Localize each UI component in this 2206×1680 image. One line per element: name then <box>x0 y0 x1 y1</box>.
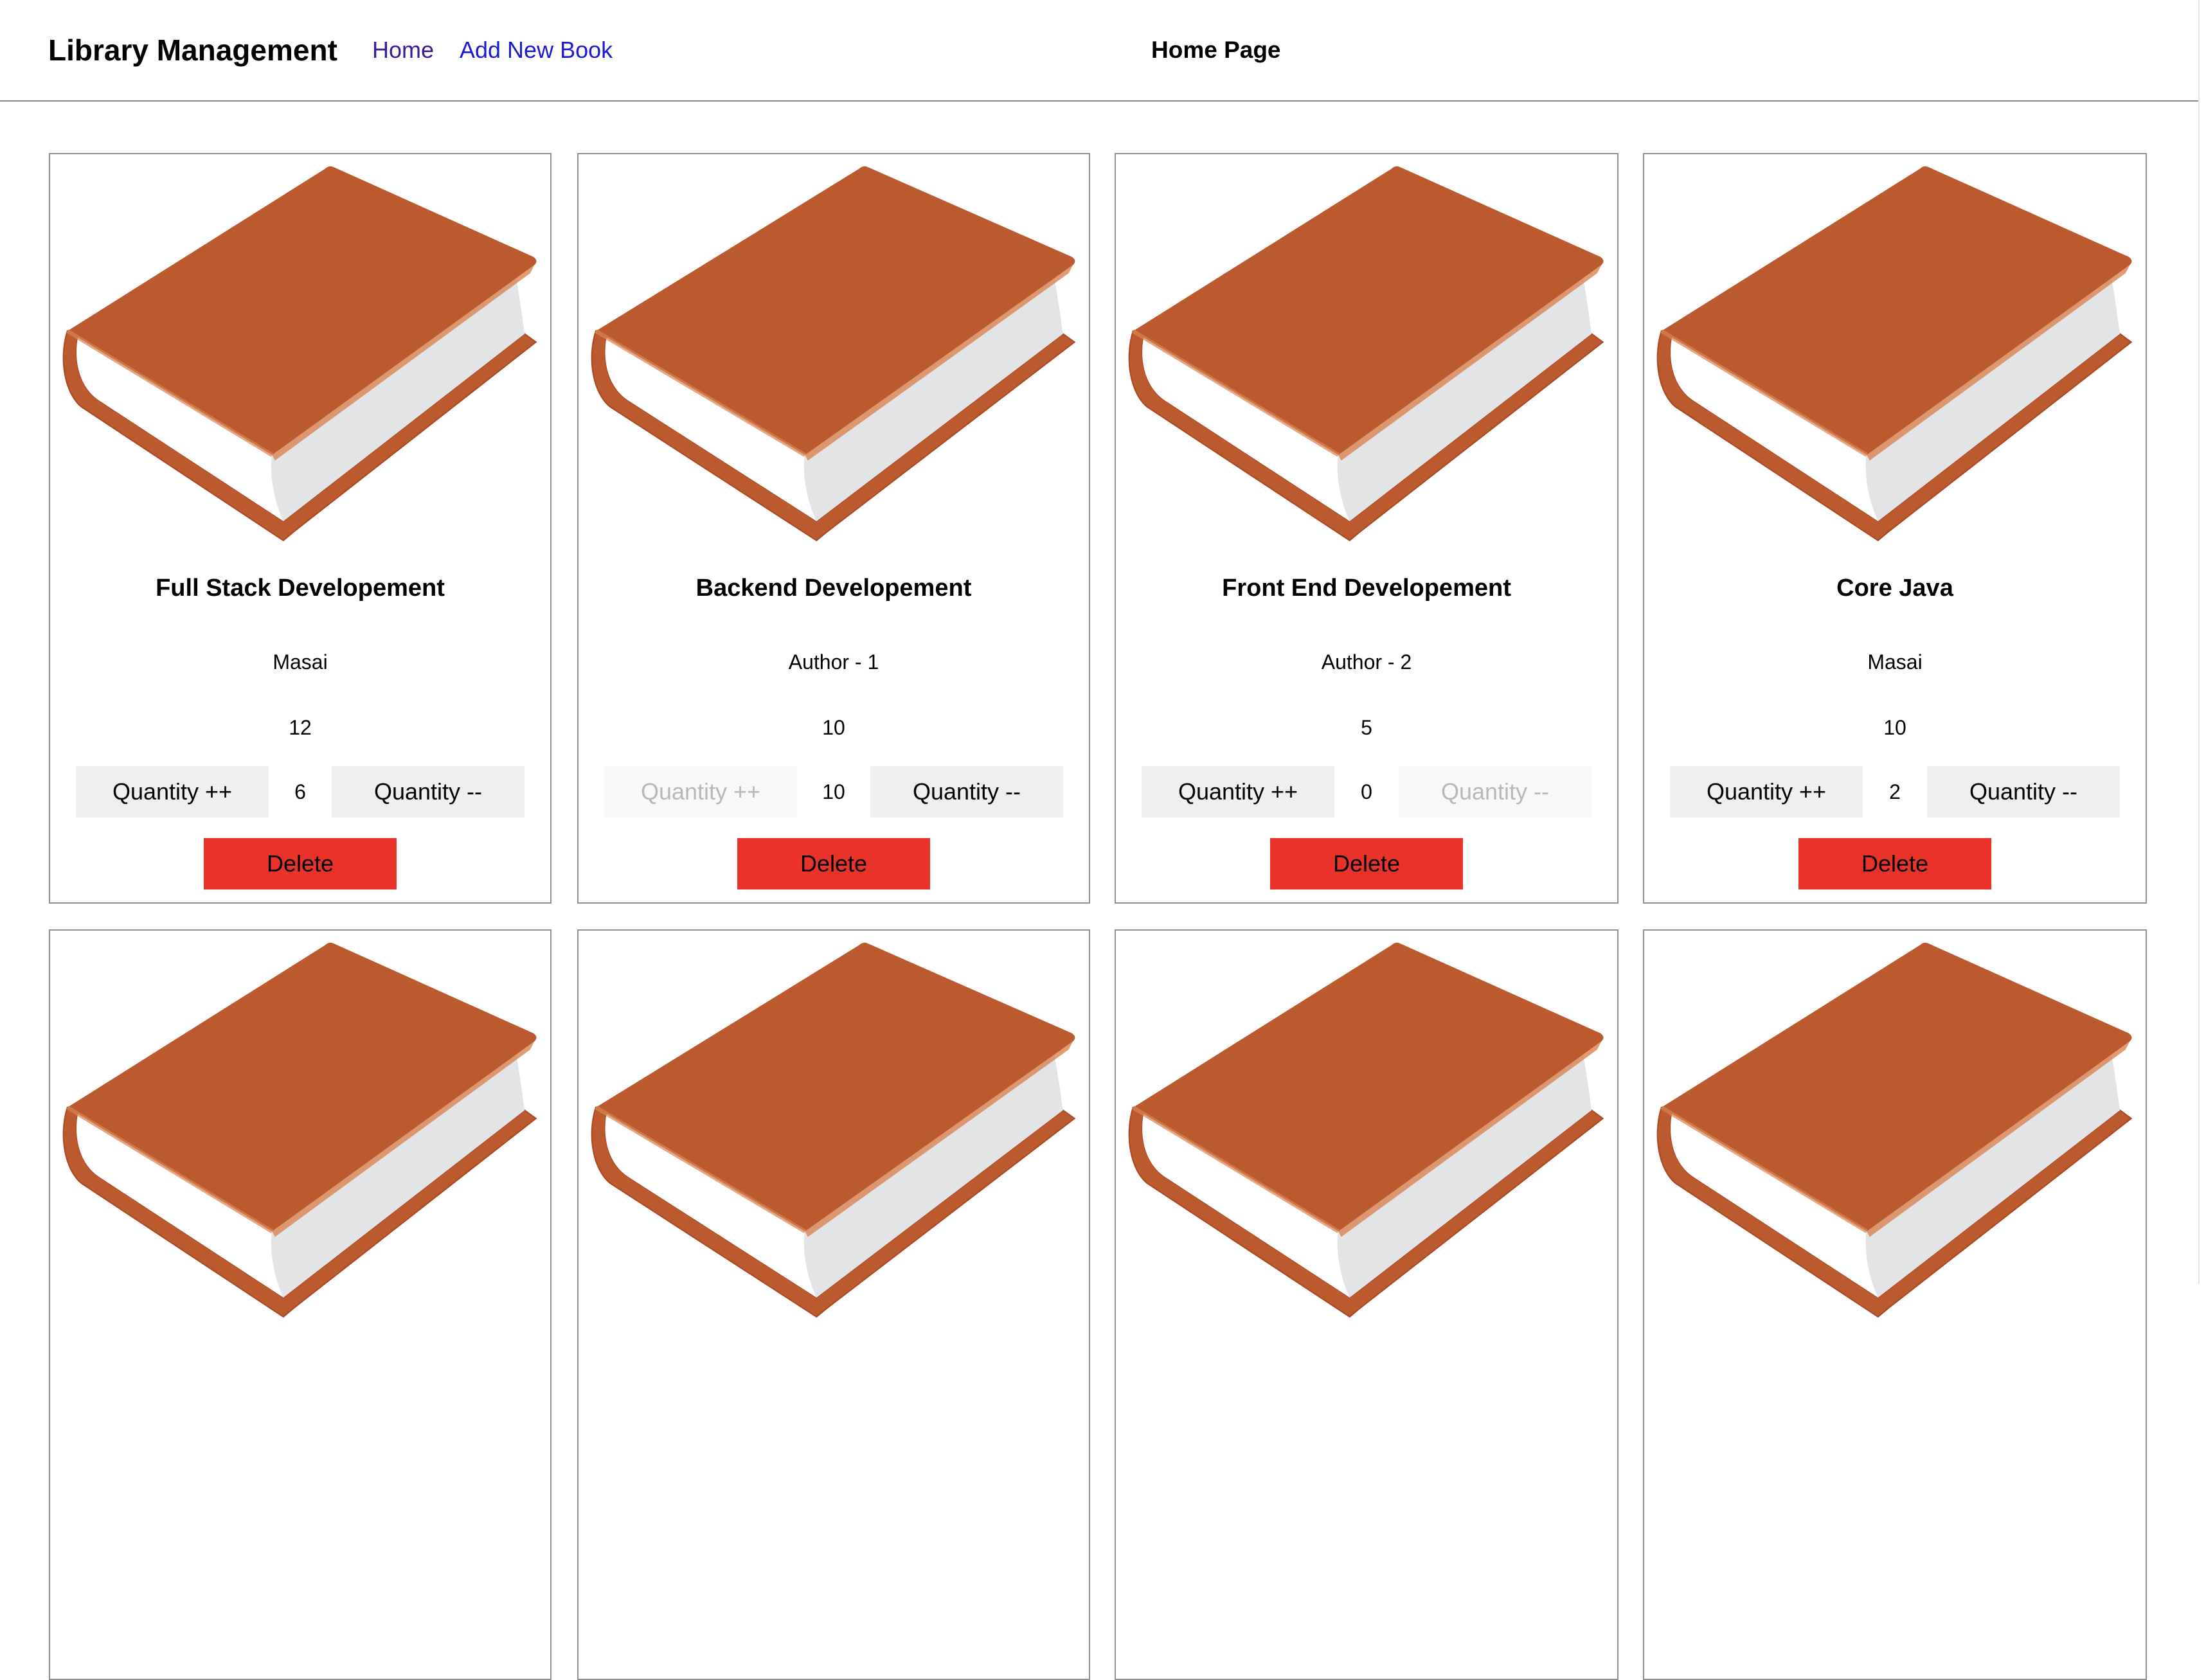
quantity-increase-button: Quantity ++ <box>604 766 797 818</box>
quantity-decrease-button[interactable]: Quantity -- <box>332 766 525 818</box>
book-author: Author - 2 <box>1321 650 1412 674</box>
quantity-controls: Quantity ++ 6 Quantity -- <box>50 766 550 818</box>
book-icon <box>590 942 1077 1328</box>
quantity-controls: Quantity ++ 10 Quantity -- <box>578 766 1089 818</box>
book-author: Masai <box>273 650 328 674</box>
quantity-increase-button[interactable]: Quantity ++ <box>1142 766 1334 818</box>
book-title: Front End Developement <box>1222 575 1511 602</box>
book-price: 5 <box>1361 716 1372 739</box>
book-author: Author - 1 <box>788 650 879 674</box>
book-price: 10 <box>1883 716 1906 739</box>
delete-button[interactable]: Delete <box>1798 838 1991 889</box>
book-card <box>577 929 1090 1680</box>
book-grid: Full Stack Developement Masai 12 Quantit… <box>0 0 2206 1680</box>
book-card: Core Java Masai 10 Quantity ++ 2 Quantit… <box>1643 153 2147 904</box>
book-icon <box>1656 942 2134 1328</box>
book-card: Front End Developement Author - 2 5 Quan… <box>1115 153 1619 904</box>
quantity-decrease-button[interactable]: Quantity -- <box>870 766 1063 818</box>
book-card <box>1643 929 2147 1680</box>
book-card <box>49 929 552 1680</box>
book-price: 10 <box>822 716 845 739</box>
book-price: 12 <box>289 716 312 739</box>
delete-button[interactable]: Delete <box>204 838 397 889</box>
book-icon <box>1127 166 1606 551</box>
book-card: Backend Developement Author - 1 10 Quant… <box>577 153 1090 904</box>
window-edge <box>2198 0 2206 1284</box>
quantity-increase-button[interactable]: Quantity ++ <box>76 766 269 818</box>
book-icon <box>62 166 539 551</box>
delete-button[interactable]: Delete <box>737 838 930 889</box>
quantity-decrease-button[interactable]: Quantity -- <box>1927 766 2120 818</box>
quantity-decrease-button: Quantity -- <box>1399 766 1592 818</box>
quantity-controls: Quantity ++ 2 Quantity -- <box>1644 766 2146 818</box>
book-title: Core Java <box>1836 575 1953 602</box>
book-card <box>1115 929 1619 1680</box>
quantity-controls: Quantity ++ 0 Quantity -- <box>1116 766 1617 818</box>
book-title: Backend Developement <box>695 575 972 602</box>
quantity-increase-button[interactable]: Quantity ++ <box>1670 766 1863 818</box>
book-icon <box>590 166 1077 551</box>
book-icon <box>62 942 539 1328</box>
book-title: Full Stack Developement <box>156 575 445 602</box>
book-author: Masai <box>1867 650 1923 674</box>
book-icon <box>1656 166 2134 551</box>
book-card: Full Stack Developement Masai 12 Quantit… <box>49 153 552 904</box>
delete-button[interactable]: Delete <box>1270 838 1463 889</box>
book-icon <box>1127 942 1606 1328</box>
